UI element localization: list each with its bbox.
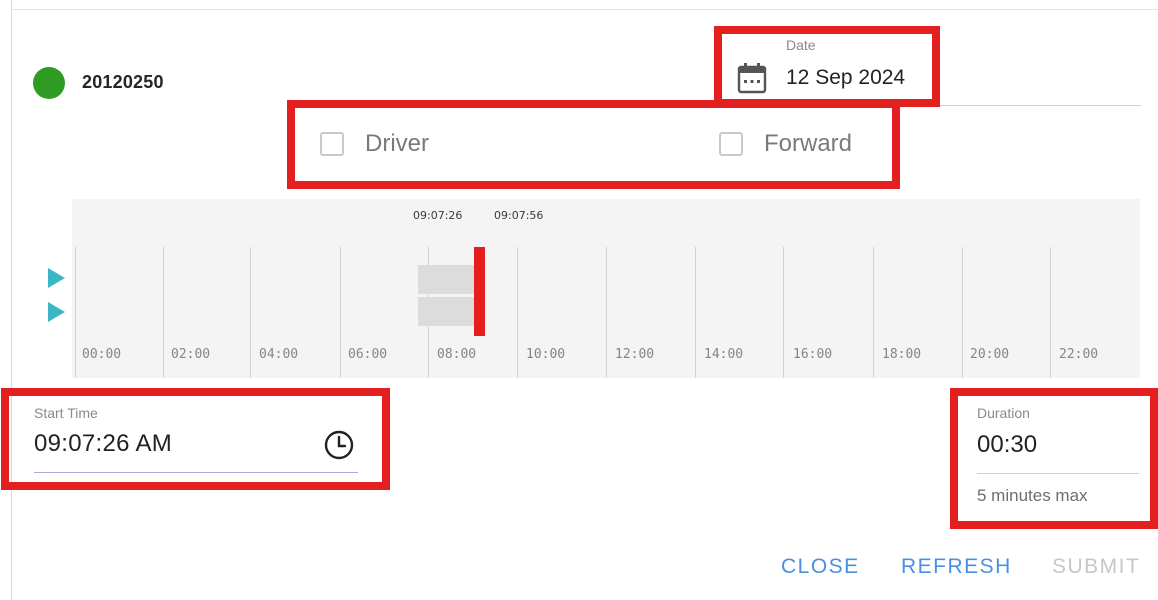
submit-button[interactable]: SUBMIT: [1052, 555, 1140, 579]
forward-label: Forward: [764, 130, 853, 157]
play-arrow-icon[interactable]: [48, 268, 65, 288]
selection-end-label: 09:07:56: [494, 209, 544, 222]
timeline-cursor[interactable]: [474, 247, 485, 336]
recording-segment[interactable]: [418, 265, 477, 294]
driver-checkbox-row[interactable]: Driver: [320, 130, 429, 158]
hour-label: 10:00: [526, 347, 566, 362]
timeline-tick: [250, 247, 251, 378]
date-label: Date: [786, 37, 816, 53]
driver-checkbox[interactable]: [320, 132, 344, 156]
hour-label: 20:00: [970, 347, 1010, 362]
timeline-tick: [517, 247, 518, 378]
timeline-tick: [783, 247, 784, 378]
hour-label: 04:00: [259, 347, 299, 362]
timeline-tick: [340, 247, 341, 378]
hour-label: 18:00: [882, 347, 922, 362]
start-time-underline: [34, 472, 358, 473]
clock-icon[interactable]: [323, 429, 355, 461]
timeline-tick: [163, 247, 164, 378]
hour-label: 08:00: [437, 347, 477, 362]
duration-label: Duration: [977, 405, 1030, 421]
selection-start-label: 09:07:26: [413, 209, 463, 222]
dialog-top-edge: [11, 9, 1158, 10]
hour-label: 12:00: [615, 347, 655, 362]
driver-label: Driver: [365, 130, 429, 157]
hour-label: 02:00: [171, 347, 211, 362]
timeline-tick: [873, 247, 874, 378]
recording-segment[interactable]: [418, 297, 477, 326]
timeline-tick: [75, 247, 76, 378]
timeline[interactable]: 09:07:26 09:07:56 00:00 02:00 04:00 06:0…: [72, 199, 1140, 378]
timeline-tick: [962, 247, 963, 378]
hour-label: 06:00: [348, 347, 388, 362]
timeline-tick: [695, 247, 696, 378]
date-value[interactable]: 12 Sep 2024: [786, 66, 905, 90]
close-button[interactable]: CLOSE: [781, 555, 860, 579]
forward-checkbox-row[interactable]: Forward: [719, 130, 852, 158]
timeline-tick: [606, 247, 607, 378]
start-time-input[interactable]: 09:07:26 AM: [34, 430, 172, 458]
hour-label: 22:00: [1059, 347, 1099, 362]
vehicle-id: 20120250: [82, 72, 164, 92]
vehicle-status-indicator: [33, 67, 65, 99]
hour-label: 16:00: [793, 347, 833, 362]
forward-checkbox[interactable]: [719, 132, 743, 156]
duration-underline: [977, 473, 1139, 474]
hour-label: 00:00: [82, 347, 122, 362]
refresh-button[interactable]: REFRESH: [901, 555, 1012, 579]
date-field[interactable]: Date 12 Sep 2024: [736, 30, 1141, 106]
dialog-left-edge: [11, 0, 12, 600]
play-arrow-icon[interactable]: [48, 302, 65, 322]
calendar-icon[interactable]: [736, 61, 768, 95]
timeline-tick: [1050, 247, 1051, 378]
hour-label: 14:00: [704, 347, 744, 362]
start-time-label: Start Time: [34, 405, 98, 421]
duration-input[interactable]: 00:30: [977, 431, 1037, 459]
duration-hint: 5 minutes max: [977, 486, 1088, 505]
date-underline: [736, 105, 1141, 106]
